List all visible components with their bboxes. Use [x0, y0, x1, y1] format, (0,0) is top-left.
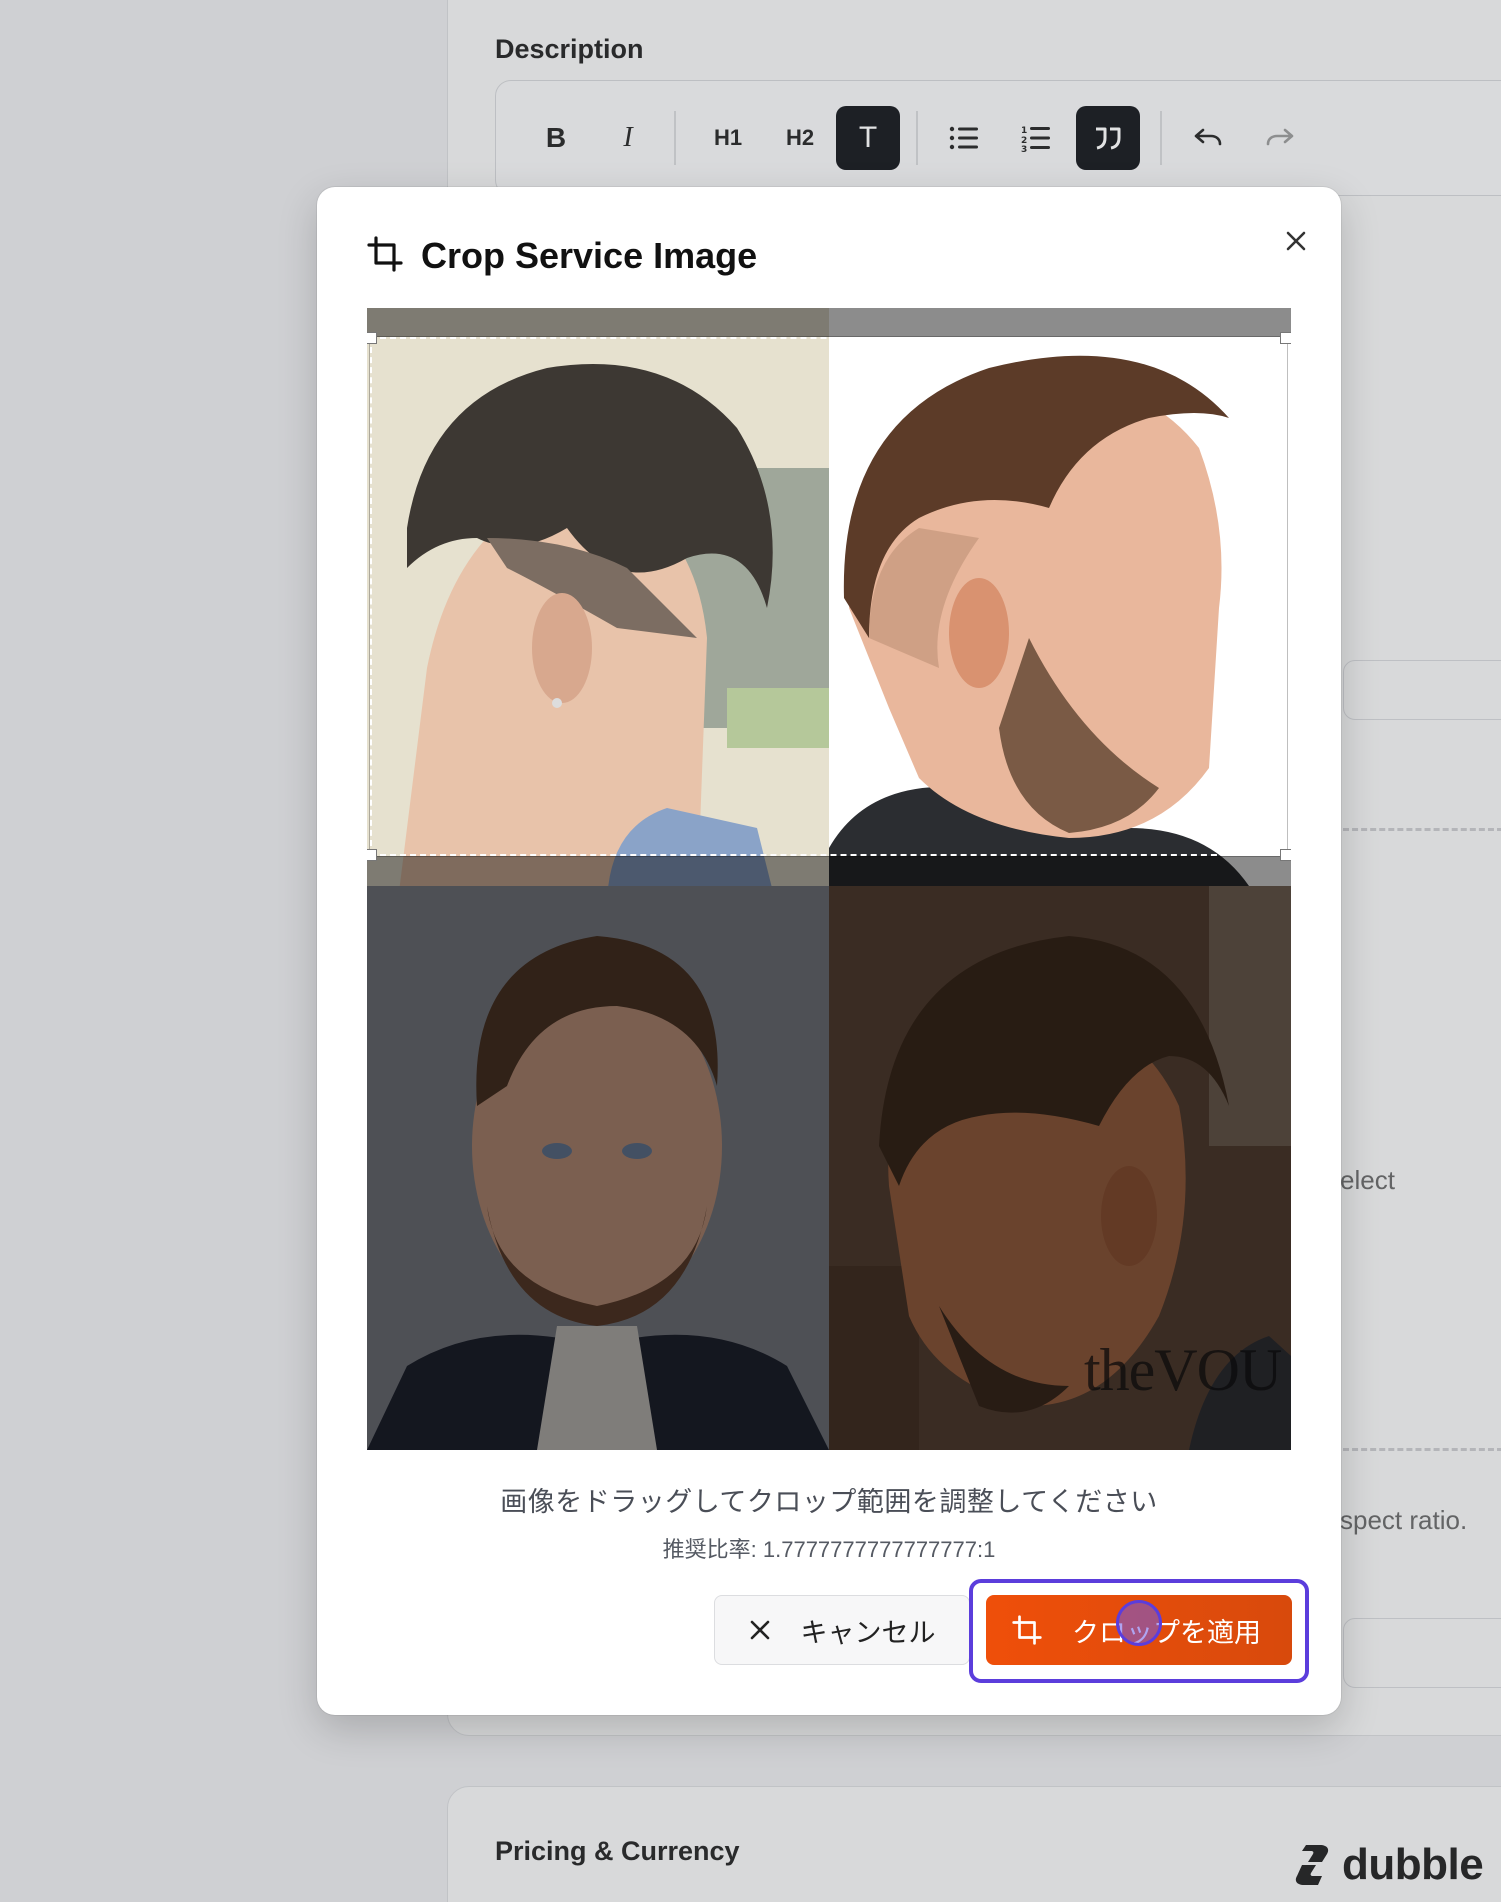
close-icon[interactable] [1274, 219, 1318, 263]
crop-icon [1012, 1615, 1042, 1645]
crop-handle-bottom-right[interactable] [1280, 849, 1291, 861]
mouse-cursor [1116, 1600, 1162, 1646]
crop-image-modal: Crop Service Image theVOU 画像をドラッグしてクロップ範… [317, 187, 1341, 1715]
cancel-button[interactable]: キャンセル [714, 1595, 970, 1665]
apply-crop-button-label: クロップを適用 [1072, 1617, 1261, 1648]
close-icon [750, 1620, 769, 1640]
crop-handle-top-right[interactable] [1280, 332, 1291, 344]
modal-header: Crop Service Image [367, 235, 757, 277]
crop-handle-top-left[interactable] [367, 332, 377, 344]
crop-selection[interactable] [367, 332, 1291, 861]
crop-shade-top [367, 308, 1291, 337]
aspect-ratio-text: 推奨比率: 1.7777777777777777:1 [662, 1537, 996, 1562]
crop-shade-bottom [367, 856, 1291, 1450]
crop-hint-text: 画像をドラッグしてクロップ範囲を調整してください [500, 1487, 1158, 1517]
crop-icon [367, 235, 403, 277]
crop-handle-bottom-left[interactable] [367, 849, 377, 861]
modal-title: Crop Service Image [421, 235, 758, 276]
crop-canvas[interactable]: theVOU [367, 308, 1291, 1450]
cancel-button-label: キャンセル [800, 1617, 936, 1648]
